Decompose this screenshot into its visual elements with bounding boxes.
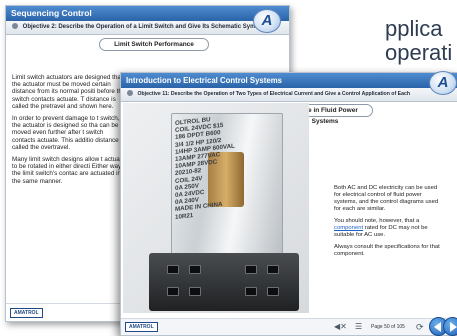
page-heading: pplica operati: [385, 18, 457, 66]
paragraph: Both AC and DC electricity can be used f…: [334, 185, 439, 212]
lesson-text: Both AC and DC electricity can be used f…: [334, 185, 440, 263]
heading-line-2: operati: [385, 40, 453, 65]
previous-page-icon: [434, 322, 441, 332]
relay-socket-base: [149, 253, 299, 311]
amatrol-logo-icon: A: [253, 9, 281, 33]
relay-photo: OLTROL BU COIL 24VDC $15 186 DPDT B600 3…: [123, 103, 309, 313]
heading-line-1: pplica: [385, 18, 443, 41]
paragraph: Always consult the specifications for th…: [334, 244, 440, 257]
section-title-pill: Limit Switch Performance: [99, 38, 209, 51]
relay-label: OLTROL BU COIL 24VDC $15 186 DPDT B600 3…: [175, 116, 235, 221]
amatrol-brand-logo: AMATROL: [10, 308, 43, 318]
window-footer: AMATROL ◀✕ ☰ Page 50 of 105 ⟳: [121, 317, 457, 336]
objective-text: Objective 2: Describe the Operation of a…: [22, 24, 265, 30]
objective-text: Objective 11: Describe the Operation of …: [137, 91, 411, 97]
bullet-icon: [127, 90, 133, 96]
window-title: Sequencing Control: [6, 6, 289, 21]
bullet-icon: [12, 23, 18, 29]
paragraph: Many limit switch designs allow t actuat…: [12, 156, 128, 185]
speaker-mute-icon[interactable]: ◀✕: [334, 319, 347, 335]
amatrol-brand-logo: AMATROL: [125, 322, 158, 332]
next-page-button[interactable]: [443, 317, 457, 336]
next-page-icon: [450, 322, 457, 332]
lesson-text: Limit switch actuators are designed that…: [12, 74, 128, 190]
objective-bar: Objective 2: Describe the Operation of a…: [6, 21, 289, 35]
refresh-icon[interactable]: ⟳: [416, 319, 424, 335]
paragraph: You should note, however, that a compone…: [334, 218, 428, 238]
paragraph: Limit switch actuators are designed that…: [12, 74, 126, 110]
component-link[interactable]: component: [334, 225, 363, 231]
menu-icon[interactable]: ☰: [355, 319, 362, 335]
objective-bar: Objective 11: Describe the Operation of …: [121, 88, 457, 102]
paragraph: In order to prevent damage to t switch, …: [12, 115, 125, 151]
window-title: Introduction to Electrical Control Syste…: [121, 73, 457, 88]
front-course-window: Introduction to Electrical Control Syste…: [120, 71, 457, 336]
amatrol-logo-icon: A: [429, 71, 457, 95]
page-indicator: Page 50 of 105: [371, 324, 405, 330]
